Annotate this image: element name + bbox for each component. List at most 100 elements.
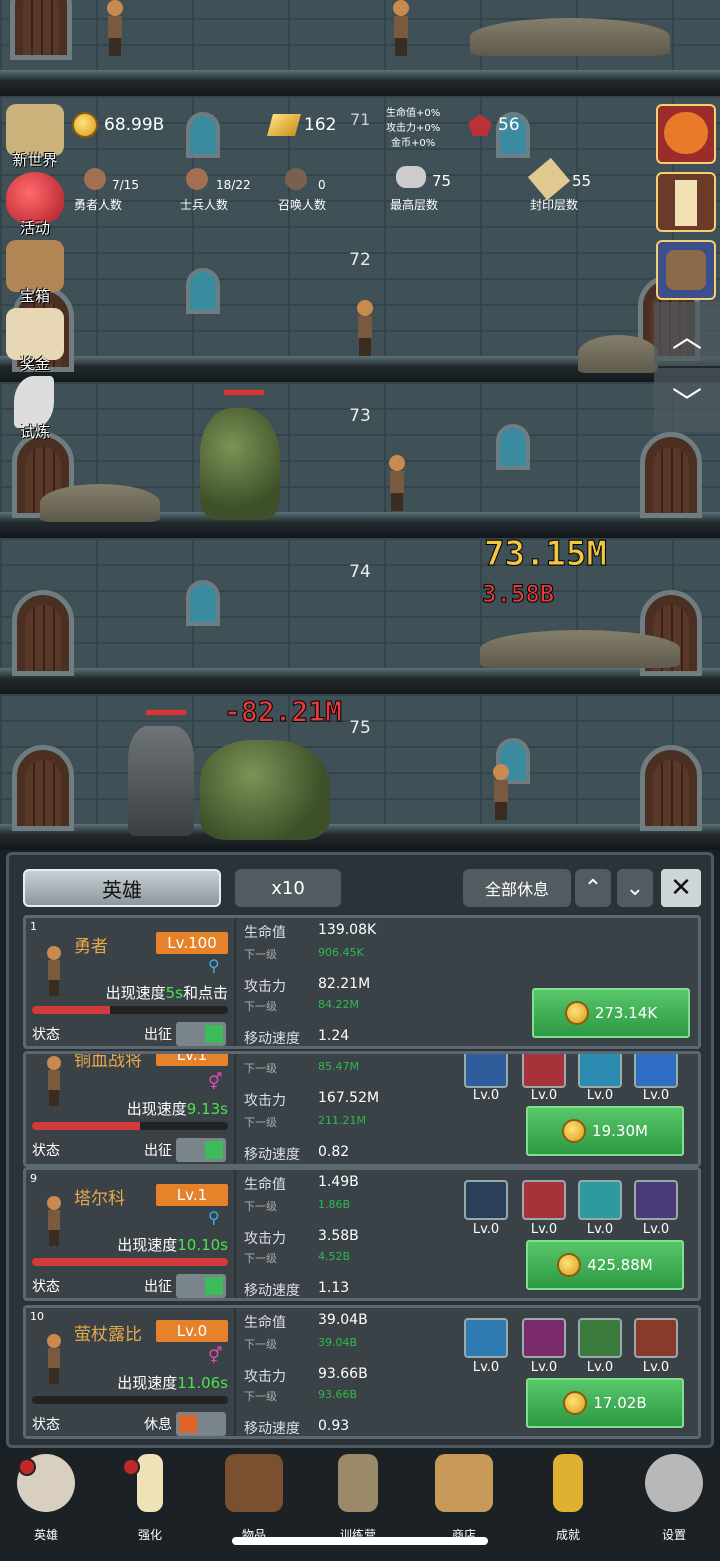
multiplier-button[interactable]: x10 [235, 869, 341, 907]
window [186, 580, 220, 626]
hero-sprite [490, 764, 512, 820]
scroll-up-button[interactable]: ︿ [654, 302, 720, 366]
upgrade-button[interactable]: 19.30M [526, 1106, 684, 1156]
tab-hero[interactable]: 英雄 [23, 869, 221, 907]
expand-down-button[interactable]: ⌄ [617, 869, 653, 907]
leaf-skill-icon[interactable] [464, 1318, 508, 1358]
chevron-up-icon: ⌃ [583, 875, 603, 901]
nav-settings[interactable]: 设置 [634, 1454, 714, 1546]
skill-level: Lv.0 [586, 1222, 614, 1237]
coin-icon [564, 1001, 589, 1025]
backpack-icon [666, 250, 706, 290]
atk-value: 93.66B [318, 1366, 368, 1382]
reward-button[interactable]: 奖金 [4, 308, 66, 373]
notification-dot [122, 1458, 140, 1476]
boot-skill-icon[interactable] [578, 1318, 622, 1358]
boot-skill-icon[interactable] [578, 1180, 622, 1220]
armored-knight [128, 726, 194, 836]
close-icon: ✕ [670, 873, 692, 903]
hp-bar-fill [32, 1122, 140, 1130]
atk-next: 211.21M [318, 1114, 366, 1127]
state-label: 状态 [32, 1279, 60, 1295]
nav-training[interactable]: 训练营 [318, 1454, 398, 1546]
hp-value: 39.04B [318, 1312, 368, 1328]
nav-shop[interactable]: 商店 [424, 1454, 504, 1546]
monster-corpse [470, 18, 670, 56]
wing-skill-icon[interactable] [522, 1318, 566, 1358]
atk-next: 4.52B [318, 1250, 351, 1263]
upgrade-button[interactable]: 273.14K [532, 988, 690, 1038]
hp-bar [32, 1122, 228, 1130]
skill-level: Lv.0 [530, 1360, 558, 1375]
skill-level: Lv.0 [472, 1360, 500, 1375]
state-label: 状态 [32, 1027, 60, 1043]
upgrade-button[interactable]: 17.02B [526, 1378, 684, 1428]
move-speed: 1.13 [318, 1280, 350, 1296]
shield-skill-icon[interactable] [464, 1180, 508, 1220]
skill-level: Lv.0 [472, 1088, 500, 1103]
upgrade-button[interactable]: 425.88M [526, 1240, 684, 1290]
state-label: 状态 [32, 1143, 60, 1159]
rest-all-button[interactable]: 全部休息 [463, 869, 571, 907]
hero-card: 10 萤杖露比 Lv.0 ⚥ 出现速度11.06s 状态 休息 生命值 39.04… [23, 1305, 701, 1439]
skill-icon[interactable] [634, 1054, 678, 1088]
hp-next: 39.04B [318, 1336, 358, 1349]
skill-level: Lv.0 [586, 1360, 614, 1375]
trial-button[interactable]: 试炼 [4, 376, 66, 441]
rest-toggle[interactable] [176, 1412, 226, 1436]
pack-button[interactable] [656, 240, 716, 300]
deploy-toggle[interactable] [176, 1138, 226, 1162]
hp-bar [32, 1006, 228, 1014]
deploy-toggle[interactable] [176, 1274, 226, 1298]
event-button[interactable]: 活动 [4, 172, 66, 237]
skill-level: Lv.0 [642, 1360, 670, 1375]
enemy-hp-bar [146, 710, 186, 715]
gender-icon: ⚲ [208, 1208, 220, 1227]
hero-sprite [390, 0, 412, 56]
gear-icon [645, 1454, 703, 1512]
scroll-down-button[interactable]: ﹀ [654, 368, 720, 432]
lantern-icon [338, 1454, 378, 1512]
home-indicator[interactable] [232, 1537, 488, 1545]
hero-card: 铜血战将 Lv.1 ⚥ 出现速度9.13s 状态 出征 下一级 85.47M 攻击… [23, 1051, 701, 1167]
monster-corpse [40, 484, 160, 522]
skill-level: Lv.0 [530, 1222, 558, 1237]
level-badge: Lv.1 [156, 1184, 228, 1206]
coin-icon [72, 112, 98, 138]
hero-name: 萤杖露比 [74, 1325, 142, 1345]
boot-skill-icon[interactable] [634, 1318, 678, 1358]
gold-bar-counter: 162 [267, 114, 336, 136]
deploy-toggle[interactable] [176, 1022, 226, 1046]
hero-panel: 英雄 x10 全部休息 ⌃ ⌄ ✕ 1 勇者 Lv.100 ⚲ 出现速度5s和点… [6, 852, 714, 1448]
blade-skill-icon[interactable] [634, 1180, 678, 1220]
level-badge: Lv.0 [156, 1320, 228, 1342]
chevron-up-icon: ︿ [672, 320, 702, 355]
skill-level: Lv.0 [472, 1222, 500, 1237]
level-badge: Lv.1 [156, 1054, 228, 1066]
sword-skill-icon[interactable] [522, 1180, 566, 1220]
hero-card: 9 塔尔科 Lv.1 ⚲ 出现速度10.10s 状态 出征 生命值 1.49B 下… [23, 1167, 701, 1301]
new-world-button[interactable]: 新世界 [4, 104, 66, 169]
nav-items[interactable]: 物品 [214, 1454, 294, 1546]
pumpkin-event-button[interactable] [656, 104, 716, 164]
close-button[interactable]: ✕ [661, 869, 701, 907]
nav-achievements[interactable]: 成就 [528, 1454, 608, 1546]
atk-next: 84.22M [318, 998, 359, 1011]
floor-row-74: 74 [0, 538, 720, 694]
spawn-speed: 出现速度9.13s [126, 1100, 228, 1118]
hp-next: 1.86B [318, 1198, 351, 1211]
atk-value: 167.52M [318, 1090, 380, 1106]
resource-hud: 68.99B 162 71 生命值+0% 攻击力+0% 金币+0% 56 7/1… [72, 108, 592, 212]
chest-button[interactable]: 宝箱 [4, 240, 66, 305]
collapse-up-button[interactable]: ⌃ [575, 869, 611, 907]
atk-value: 3.58B [318, 1228, 359, 1244]
atk-next: 93.66B [318, 1388, 358, 1401]
skill-icon[interactable] [522, 1054, 566, 1088]
buff-hp: 生命值+0% [386, 108, 441, 119]
candle-button[interactable] [656, 172, 716, 232]
gender-icon: ⚥ [208, 1072, 223, 1091]
mode-label: 出征 [144, 1143, 172, 1159]
skill-icon[interactable] [578, 1054, 622, 1088]
skill-icon[interactable] [464, 1054, 508, 1088]
hero-card: 1 勇者 Lv.100 ⚲ 出现速度5s和点击 状态 出征 生命值 139.08K… [23, 915, 701, 1049]
